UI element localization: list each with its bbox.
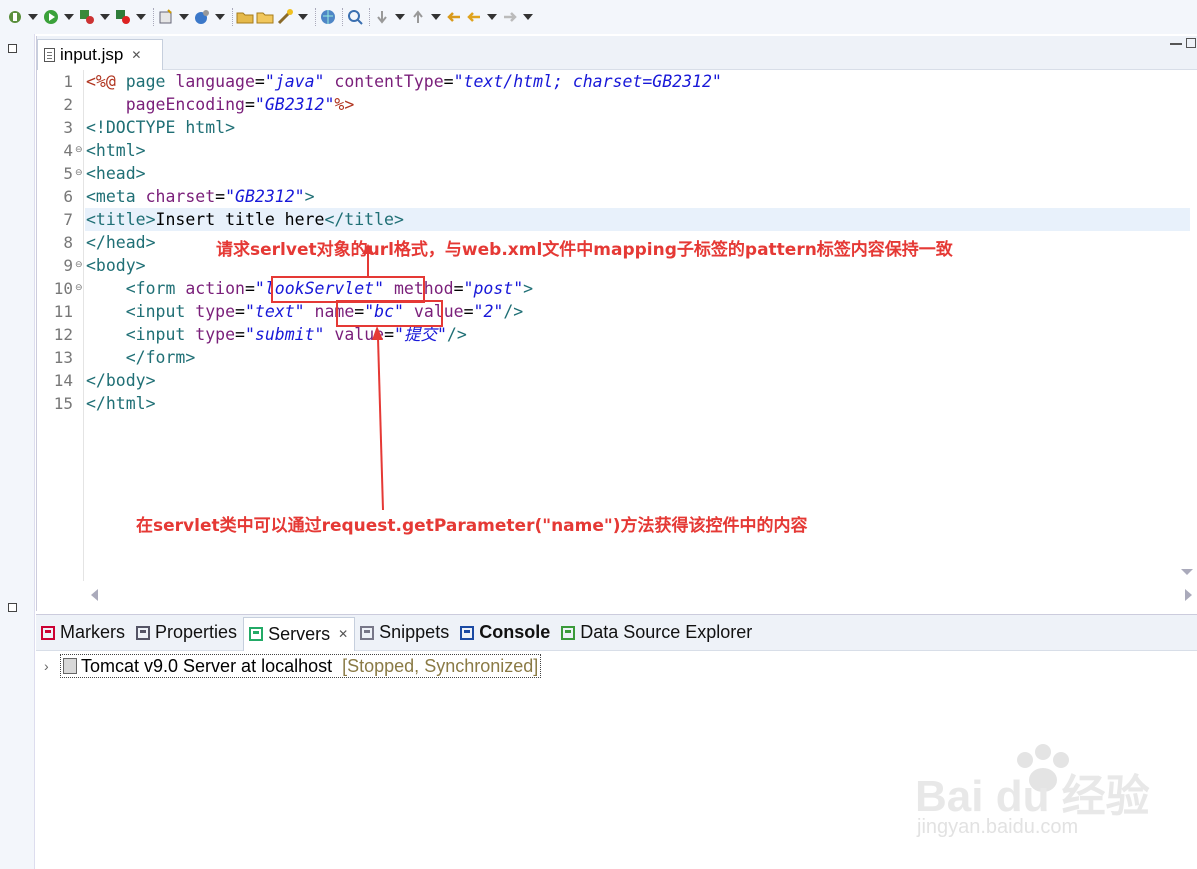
server-item[interactable]: Tomcat v9.0 Server at localhost [Stopped… — [60, 654, 542, 678]
tab-label: Servers — [268, 623, 331, 644]
expand-chevron-icon[interactable]: › — [44, 658, 60, 674]
annotation-bottom: 在servlet类中可以通过request.getParameter("name… — [136, 516, 808, 536]
tab-snippets[interactable]: Snippets — [355, 615, 455, 651]
watermark-brand: Bai du 经验 — [915, 772, 1150, 821]
arrow-line — [377, 337, 384, 511]
server-status: [Stopped, Synchronized] — [342, 655, 539, 676]
tab-servers[interactable]: Servers ✕ — [243, 616, 356, 651]
tab-properties[interactable]: Properties — [131, 615, 243, 651]
server-row[interactable]: › Tomcat v9.0 Server at localhost [Stopp… — [44, 654, 542, 678]
servers-icon — [248, 626, 264, 642]
tab-data-source-explorer[interactable]: Data Source Explorer — [556, 615, 758, 651]
watermark-url: jingyan.baidu.com — [917, 816, 1079, 838]
snippets-icon — [359, 625, 375, 641]
tab-markers[interactable]: Markers — [36, 615, 131, 651]
close-icon[interactable]: ✕ — [338, 627, 348, 641]
markers-icon — [40, 625, 56, 641]
tab-console[interactable]: Console — [455, 615, 556, 651]
tab-label: Markers — [60, 622, 126, 642]
tab-label: Data Source Explorer — [580, 622, 753, 642]
server-name: Tomcat v9.0 Server at localhost — [81, 655, 333, 676]
tab-label: Properties — [155, 622, 238, 642]
properties-icon — [135, 625, 151, 641]
tab-label: Snippets — [379, 622, 450, 642]
watermark: Bai du 经验 jingyan.baidu.com — [915, 738, 1150, 838]
console-icon — [459, 625, 475, 641]
arrow-head — [372, 326, 383, 340]
data-source-icon — [560, 625, 576, 641]
annotation-top: 请求serlvet对象的url格式，与web.xml文件中mapping子标签的… — [216, 240, 953, 260]
tab-label: Console — [479, 622, 551, 642]
server-icon — [63, 658, 77, 674]
bottom-tab-bar: Markers Properties Servers ✕ Snippets Console… — [36, 615, 1197, 651]
